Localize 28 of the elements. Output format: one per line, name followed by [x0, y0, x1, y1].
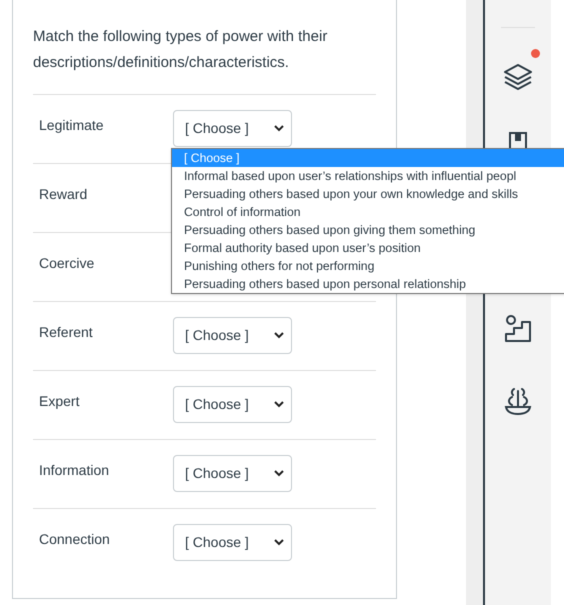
dropdown-option[interactable]: Persuading others based upon giving them something — [172, 221, 564, 239]
choose-dropdown[interactable]: [ Choose ] — [173, 110, 292, 147]
chevron-down-icon — [274, 401, 284, 408]
dropdown-option[interactable]: Punishing others for not performing — [172, 257, 564, 275]
chevron-down-icon — [274, 332, 284, 339]
choose-dropdown[interactable]: [ Choose ] — [173, 386, 292, 423]
answer-label: Legitimate — [39, 116, 105, 135]
dropdown-option[interactable]: Control of information — [172, 203, 564, 221]
answer-label: Referent — [39, 323, 94, 342]
answer-label: Information — [39, 461, 110, 480]
choose-dropdown[interactable]: [ Choose ] — [173, 317, 292, 354]
dropdown-option[interactable]: Persuading others based upon personal relationship — [172, 275, 564, 293]
dropdown-option[interactable]: Persuading others based upon your own knowledge and skills — [172, 185, 564, 203]
answer-label: Connection — [39, 530, 111, 549]
question-text: Match the following types of power with their descriptions/definitions/characteristics. — [33, 27, 328, 73]
plant-icon[interactable] — [502, 385, 534, 417]
layers-icon[interactable] — [502, 61, 534, 93]
dropdown-option[interactable]: Formal authority based upon user’s position — [172, 239, 564, 257]
stairs-icon[interactable] — [502, 313, 534, 345]
answer-label: Expert — [39, 392, 80, 411]
answer-label: Coercive — [39, 254, 96, 273]
choose-dropdown[interactable]: [ Choose ] — [173, 455, 292, 492]
choose-dropdown[interactable]: [ Choose ] — [173, 524, 292, 561]
chevron-down-icon — [274, 470, 284, 477]
answer-label: Reward — [39, 185, 88, 204]
dropdown-option[interactable]: Informal based upon user’s relationships with influential peopl — [172, 167, 564, 185]
chevron-down-icon — [274, 539, 284, 546]
chevron-down-icon — [274, 125, 284, 132]
